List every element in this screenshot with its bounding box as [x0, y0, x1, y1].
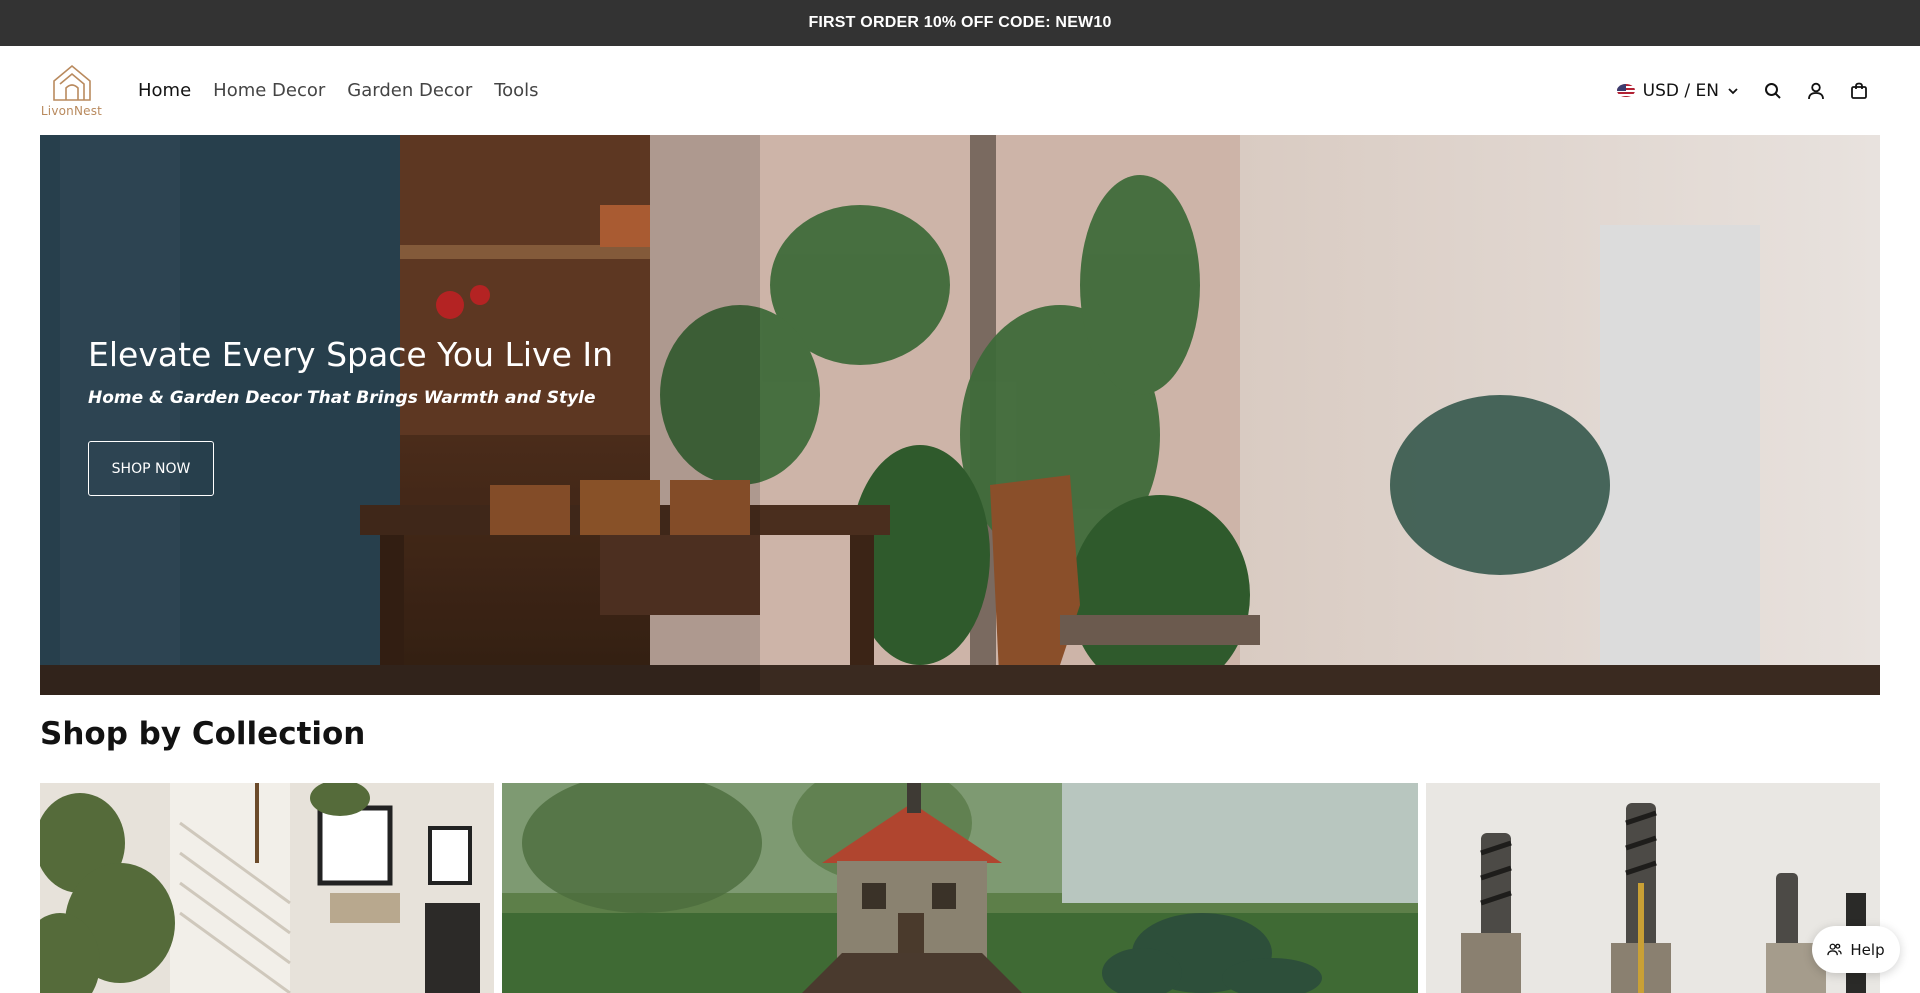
- hero-title: Elevate Every Space You Live In: [88, 335, 614, 374]
- account-button[interactable]: [1794, 69, 1837, 112]
- nav-item-home-decor[interactable]: Home Decor: [202, 80, 336, 101]
- people-icon: [1827, 943, 1843, 956]
- home-decor-wall-image: [40, 783, 494, 993]
- locale-label: USD / EN: [1642, 80, 1719, 101]
- nav-item-home[interactable]: Home: [127, 80, 202, 101]
- collection-card-tools[interactable]: [1426, 783, 1880, 993]
- announcement-bar: FIRST ORDER 10% OFF CODE: NEW10: [0, 0, 1920, 46]
- search-button[interactable]: [1751, 69, 1794, 112]
- collection-card-home-decor[interactable]: [40, 783, 494, 993]
- hero-subtitle: Home & Garden Decor That Brings Warmth a…: [88, 388, 596, 408]
- site-header: LivonNest Home Home Decor Garden Decor T…: [0, 46, 1920, 135]
- announcement-text: FIRST ORDER 10% OFF CODE: NEW10: [808, 14, 1112, 31]
- shop-now-button[interactable]: SHOP NOW: [88, 441, 214, 496]
- brand-name: LivonNest: [40, 104, 103, 118]
- cart-icon: [1850, 82, 1867, 99]
- hero-content: Elevate Every Space You Live In Home & G…: [88, 335, 613, 496]
- header-actions: USD / EN: [1616, 69, 1880, 112]
- chevron-down-icon: [1728, 87, 1738, 94]
- help-button[interactable]: Help: [1812, 926, 1900, 973]
- collection-card-garden-decor[interactable]: [502, 783, 1418, 993]
- us-flag-icon: [1616, 84, 1635, 97]
- locale-selector[interactable]: USD / EN: [1616, 80, 1739, 101]
- help-label: Help: [1850, 940, 1885, 959]
- house-logo-icon: [52, 64, 91, 101]
- cart-button[interactable]: [1837, 69, 1880, 112]
- nav-item-tools[interactable]: Tools: [483, 80, 549, 101]
- tools-drill-bits-image: [1426, 783, 1880, 993]
- account-icon: [1807, 82, 1824, 99]
- main-nav: Home Home Decor Garden Decor Tools: [127, 80, 550, 101]
- brand-logo[interactable]: LivonNest: [40, 63, 103, 118]
- hero-banner: Elevate Every Space You Live In Home & G…: [40, 135, 1880, 695]
- collections-title: Shop by Collection: [40, 716, 366, 752]
- nav-item-garden-decor[interactable]: Garden Decor: [336, 80, 483, 101]
- garden-birdhouse-image: [502, 783, 1418, 993]
- search-icon: [1764, 82, 1781, 99]
